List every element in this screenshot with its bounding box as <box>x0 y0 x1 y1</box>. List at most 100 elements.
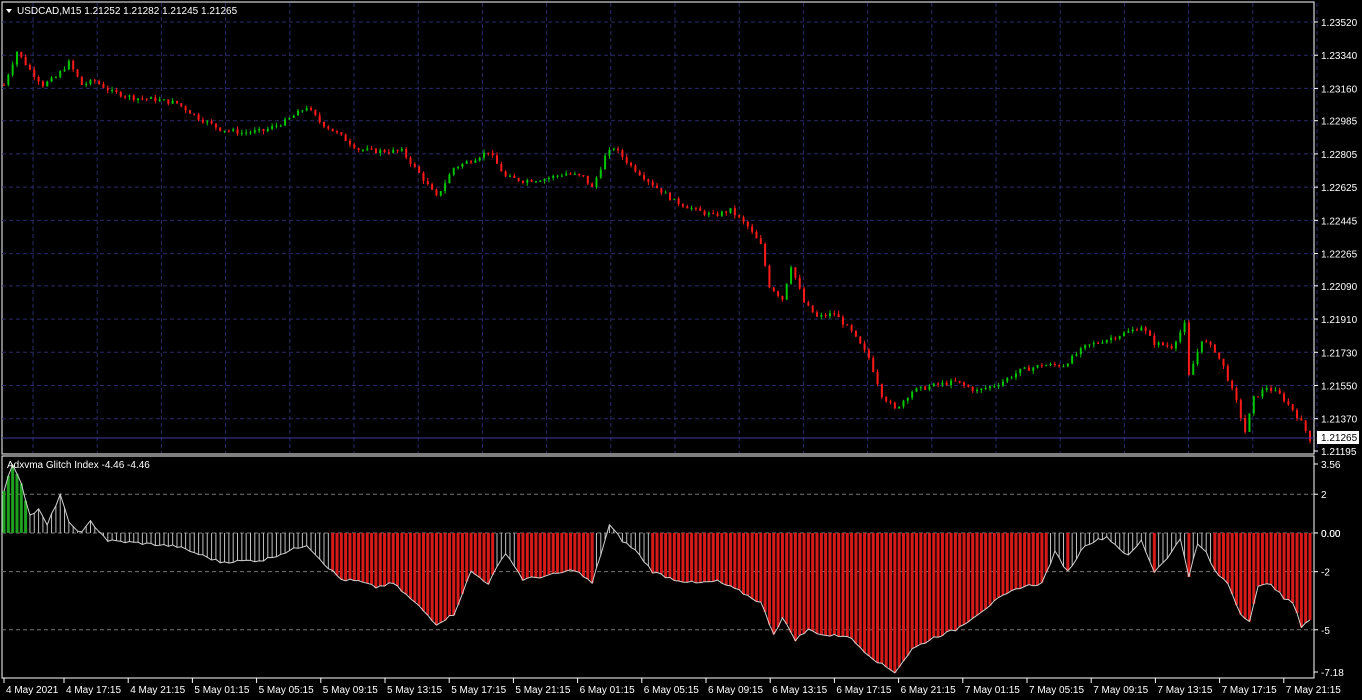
candle-body <box>150 97 153 99</box>
candle-body <box>534 181 537 183</box>
candle-body <box>1283 393 1286 402</box>
candle-body <box>958 380 961 383</box>
candle-body <box>1101 342 1104 344</box>
candle-body <box>867 349 870 358</box>
candle-body <box>664 192 667 194</box>
candle-body <box>102 84 105 88</box>
candle-body <box>405 149 408 158</box>
candle-body <box>500 163 503 172</box>
candle-body <box>1049 363 1052 366</box>
candle-body <box>1032 367 1035 371</box>
candle-body <box>1140 327 1143 331</box>
candle-body <box>643 175 646 180</box>
candle-body <box>1166 345 1169 347</box>
price-tick-label: 1.22090 <box>1321 282 1358 293</box>
candle-body <box>768 265 771 288</box>
candle-body <box>1287 401 1290 405</box>
candle-body <box>1006 377 1009 382</box>
candle-body <box>1213 344 1216 353</box>
candle-body <box>716 213 719 216</box>
candle-body <box>1239 400 1242 419</box>
candle-body <box>1136 329 1139 331</box>
candle-body <box>1257 396 1260 398</box>
candle-body <box>1118 336 1121 339</box>
candle-body <box>93 80 96 82</box>
candle-body <box>772 287 775 292</box>
price-tick-label: 1.23160 <box>1321 84 1358 95</box>
candle-body <box>396 149 399 151</box>
candle-body <box>1274 390 1277 392</box>
candle-body <box>201 119 204 123</box>
candle-body <box>811 305 814 313</box>
candle-body <box>33 69 36 77</box>
candle-body <box>11 64 14 75</box>
candle-body <box>461 163 464 167</box>
candle-body <box>1153 335 1156 345</box>
candle-body <box>72 60 75 70</box>
candle-body <box>106 87 109 91</box>
time-tick-label: 6 May 01:15 <box>580 685 635 696</box>
candle-body <box>539 180 542 182</box>
candle-body <box>781 296 784 300</box>
candle-body <box>28 65 31 70</box>
candle-body <box>1200 341 1203 352</box>
price-tick-label: 1.22265 <box>1321 250 1358 261</box>
candle-body <box>703 210 706 215</box>
trading-chart[interactable]: 1.23520 1.23340 1.23160 1.22985 1.22805 1.226… <box>0 0 1362 700</box>
candle-body <box>967 385 970 388</box>
candle-body <box>569 173 572 175</box>
candle-body <box>902 400 905 407</box>
indicator-tick-label: -7.18 <box>1321 668 1344 679</box>
candle-body <box>452 167 455 175</box>
candle-body <box>167 99 170 104</box>
candle-body <box>621 150 624 158</box>
candle-body <box>1088 344 1091 346</box>
candle-body <box>941 382 944 385</box>
candle-body <box>988 386 991 389</box>
candle-body <box>1114 337 1117 339</box>
candle-body <box>790 267 793 284</box>
candle-body <box>232 129 235 131</box>
candle-body <box>483 152 486 158</box>
candle-body <box>340 132 343 135</box>
candle-body <box>374 148 377 154</box>
candle-body <box>1187 322 1190 375</box>
candle-body <box>46 81 49 87</box>
candle-body <box>491 152 494 156</box>
price-pane[interactable] <box>1 1 1315 455</box>
time-tick-label: 5 May 17:15 <box>451 685 506 696</box>
candle-body <box>465 161 468 164</box>
time-tick-label: 4 May 17:15 <box>66 685 121 696</box>
candle-body <box>694 208 697 210</box>
candle-body <box>976 390 979 392</box>
candle-body <box>284 119 287 126</box>
candle-body <box>1196 351 1199 364</box>
candle-body <box>1300 418 1303 421</box>
candle-body <box>1235 388 1238 401</box>
indicator-tick-label: -5 <box>1321 626 1330 637</box>
candle-body <box>366 148 369 150</box>
candle-body <box>971 387 974 391</box>
candle-body <box>1019 368 1022 374</box>
candle-body <box>1001 381 1004 386</box>
candle-body <box>1123 332 1126 337</box>
time-tick-label: 7 May 17:15 <box>1222 685 1277 696</box>
candle-body <box>1226 366 1229 381</box>
candle-body <box>803 288 806 303</box>
candle-body <box>681 204 684 207</box>
candle-body <box>59 71 62 78</box>
candle-body <box>759 238 762 244</box>
candle-body <box>668 192 671 200</box>
indicator-tick-label: 2 <box>1321 490 1327 501</box>
candle-body <box>379 150 382 154</box>
candle-body <box>279 125 282 127</box>
candle-body <box>197 114 200 120</box>
candle-body <box>1027 367 1030 371</box>
candle-body <box>651 181 654 186</box>
time-tick-label: 7 May 21:15 <box>1286 685 1341 696</box>
candle-body <box>846 324 849 326</box>
candle-body <box>824 314 827 317</box>
candle-body <box>526 180 529 183</box>
candle-body <box>119 92 122 97</box>
candle-body <box>980 388 983 391</box>
